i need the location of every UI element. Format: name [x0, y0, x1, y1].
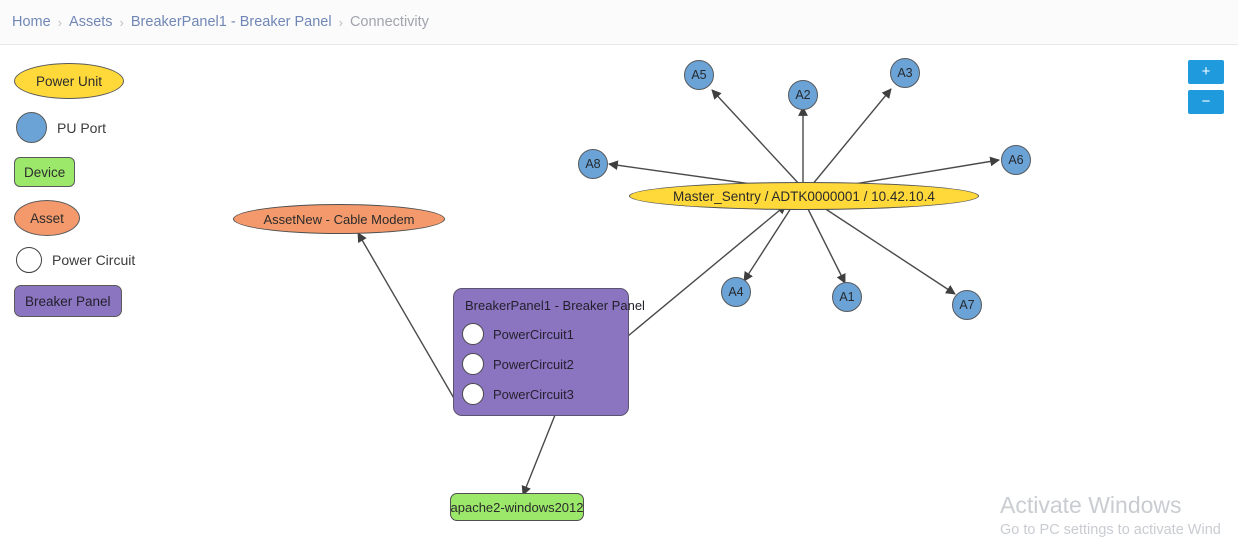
node-pu-port-a4[interactable]: A4	[721, 277, 751, 307]
node-pu-port-a6[interactable]: A6	[1001, 145, 1031, 175]
edge-circuit3-to-asset	[357, 232, 456, 401]
node-power-unit[interactable]: Master_Sentry / ADTK0000001 / 10.42.10.4	[629, 182, 979, 210]
edge-pu-to-a7	[817, 203, 956, 295]
graph-canvas[interactable]: Master_Sentry / ADTK0000001 / 10.42.10.4…	[0, 45, 1238, 540]
node-pu-port-label: A7	[959, 298, 975, 312]
node-breaker-panel[interactable]: BreakerPanel1 - Breaker Panel PowerCircu…	[453, 288, 645, 416]
node-asset-cable-modem[interactable]: AssetNew - Cable Modem	[233, 204, 445, 234]
node-power-unit-label: Master_Sentry / ADTK0000001 / 10.42.10.4	[673, 188, 935, 204]
breadcrumb-item-connectivity: Connectivity	[349, 14, 429, 30]
node-device-label: apache2-windows2012	[450, 499, 584, 515]
zoom-out-button[interactable]: −	[1188, 90, 1224, 114]
edge-pu-to-a5	[711, 89, 801, 186]
power-circuit-icon	[462, 383, 484, 405]
node-device-apache2[interactable]: apache2-windows2012	[450, 493, 584, 521]
node-pu-port-a7[interactable]: A7	[952, 290, 982, 320]
node-pu-port-label: A8	[585, 157, 601, 171]
power-circuit-icon	[462, 323, 484, 345]
breadcrumb-separator: ›	[338, 14, 343, 30]
zoom-controls: + −	[1188, 60, 1224, 114]
power-circuit-icon	[462, 353, 484, 375]
node-pu-port-a1[interactable]: A1	[832, 282, 862, 312]
node-pu-port-label: A4	[728, 285, 744, 299]
node-pu-port-label: A2	[795, 88, 811, 102]
breaker-panel-title: BreakerPanel1 - Breaker Panel	[465, 298, 645, 313]
power-circuit-1[interactable]: PowerCircuit1	[462, 323, 574, 345]
breadcrumb-separator: ›	[57, 14, 63, 30]
node-pu-port-a8[interactable]: A8	[578, 149, 608, 179]
node-pu-port-label: A1	[839, 290, 855, 304]
zoom-in-button[interactable]: +	[1188, 60, 1224, 84]
breadcrumb-separator: ›	[119, 14, 124, 30]
node-pu-port-label: A6	[1008, 153, 1024, 167]
node-pu-port-a2[interactable]: A2	[788, 80, 818, 110]
edge-pu-to-a1	[805, 204, 846, 284]
node-pu-port-a3[interactable]: A3	[890, 58, 920, 88]
node-asset-label: AssetNew - Cable Modem	[263, 211, 415, 227]
power-circuit-label: PowerCircuit1	[493, 326, 574, 342]
node-pu-port-label: A5	[691, 68, 707, 82]
node-pu-port-label: A3	[897, 66, 913, 80]
power-circuit-label: PowerCircuit2	[493, 356, 574, 372]
breadcrumb-item-breakerpanel1[interactable]: BreakerPanel1 - Breaker Panel	[131, 14, 332, 30]
node-pu-port-a5[interactable]: A5	[684, 60, 714, 90]
breadcrumb-item-assets[interactable]: Assets	[69, 14, 113, 30]
breadcrumb-item-home[interactable]: Home	[12, 14, 51, 30]
connectivity-graph-page: Home › Assets › BreakerPanel1 - Breaker …	[0, 0, 1238, 540]
power-circuit-3[interactable]: PowerCircuit3	[462, 383, 574, 405]
edge-pu-to-a4	[743, 204, 794, 282]
edge-circuit1-to-power-unit	[627, 204, 787, 337]
edge-pu-to-a3	[811, 88, 892, 186]
power-circuit-label: PowerCircuit3	[493, 386, 574, 402]
power-circuit-2[interactable]: PowerCircuit2	[462, 353, 574, 375]
breadcrumb: Home › Assets › BreakerPanel1 - Breaker …	[0, 0, 1238, 45]
